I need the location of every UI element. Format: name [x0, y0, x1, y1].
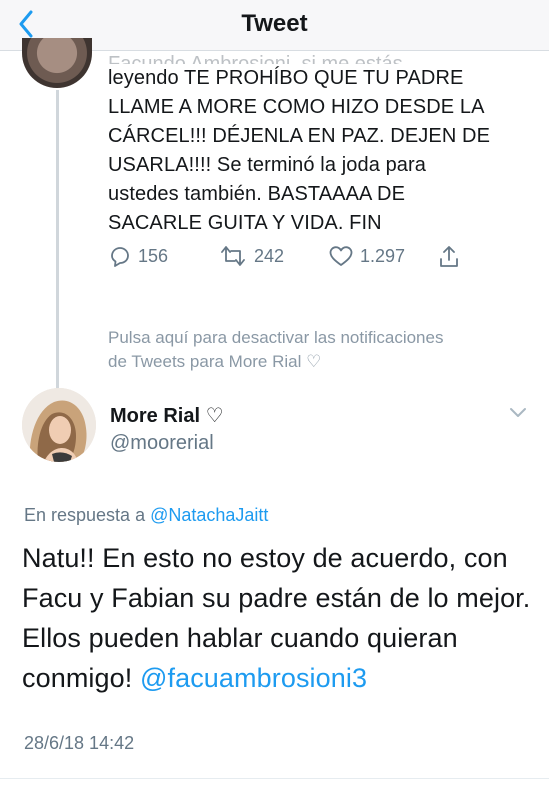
- tweet-text-cutoff: Facundo Ambrosioni, si me estás: [108, 53, 403, 64]
- mention-link[interactable]: @facuambrosioni3: [140, 663, 367, 693]
- chevron-down-icon: [510, 408, 526, 417]
- like-count: 1.297: [360, 245, 406, 266]
- reply-mention-link[interactable]: @NatachaJaitt: [150, 505, 268, 525]
- retweet-button[interactable]: 242: [218, 244, 284, 268]
- like-button[interactable]: 1.297: [328, 244, 405, 268]
- reply-icon: [111, 247, 129, 267]
- reply-prefix: En respuesta a: [24, 505, 146, 525]
- reply-count: 156: [138, 245, 169, 266]
- tweet-text: leyendo TE PROHÍBO QUE TU PADRE LLAME A …: [108, 67, 491, 234]
- reply-context: En respuesta a @NatachaJaitt: [24, 505, 268, 526]
- share-button[interactable]: [438, 244, 466, 270]
- tweet-timestamp: 28/6/18 14:42: [24, 733, 135, 753]
- notification-toggle-link[interactable]: Pulsa aquí para desactivar las notificac…: [108, 326, 528, 374]
- page-title: Tweet: [241, 10, 308, 37]
- author-name[interactable]: More Rial ♡: [110, 403, 224, 428]
- divider: [0, 778, 549, 779]
- author-handle[interactable]: @moorerial: [110, 432, 214, 455]
- profile-photo: [22, 388, 96, 462]
- retweet-count: 242: [254, 245, 285, 266]
- thread-connector-line: [56, 90, 59, 390]
- retweet-icon: [221, 246, 245, 266]
- main-tweet-text: Natu!! En esto no estoy de acuerdo, con …: [22, 538, 537, 698]
- tweet-options-button[interactable]: [508, 406, 528, 420]
- heart-icon: [329, 246, 353, 266]
- avatar[interactable]: [22, 38, 92, 88]
- reply-button[interactable]: 156: [108, 244, 168, 268]
- avatar[interactable]: [22, 388, 96, 462]
- share-icon: [440, 246, 458, 267]
